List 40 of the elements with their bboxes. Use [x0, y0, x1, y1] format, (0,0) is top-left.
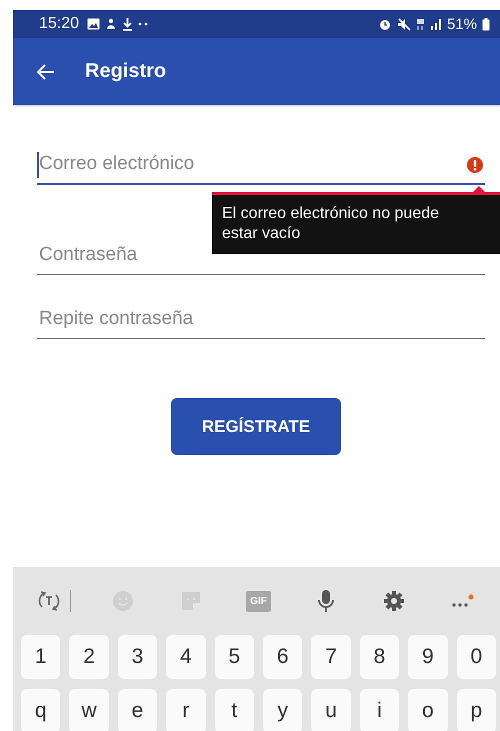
key[interactable]: 2 — [69, 635, 109, 679]
key[interactable]: o — [408, 689, 448, 731]
back-button[interactable] — [35, 62, 57, 82]
input-field[interactable]: Repite contraseña — [37, 299, 485, 339]
key[interactable]: 7 — [311, 635, 351, 679]
image-icon — [87, 18, 100, 30]
figure-icon — [105, 18, 118, 30]
key[interactable]: 6 — [263, 635, 302, 679]
key[interactable]: 4 — [166, 635, 206, 679]
key[interactable]: 0 — [456, 635, 496, 679]
key[interactable]: p — [456, 689, 496, 731]
key[interactable]: e — [118, 689, 158, 731]
battery-icon — [482, 18, 490, 30]
mute-icon — [396, 18, 411, 30]
microphone-icon[interactable] — [318, 589, 334, 613]
dots-icon — [138, 22, 148, 26]
register-button[interactable]: REGÍSTRATE — [171, 398, 341, 455]
key[interactable]: w — [69, 689, 109, 731]
key[interactable]: 5 — [214, 635, 254, 679]
error-icon — [467, 157, 483, 173]
key[interactable]: i — [360, 689, 400, 731]
signal-icon — [430, 18, 442, 30]
settings-icon[interactable] — [383, 590, 406, 612]
key[interactable]: u — [311, 689, 351, 731]
key[interactable]: y — [263, 689, 302, 731]
key[interactable]: 8 — [360, 635, 400, 679]
key[interactable]: 3 — [118, 635, 158, 679]
alarm-icon — [378, 18, 392, 30]
translate-icon[interactable] — [38, 589, 60, 613]
key[interactable]: 1 — [21, 635, 60, 679]
more-icon[interactable] — [450, 593, 474, 609]
screen-title: Registro — [85, 60, 166, 83]
key[interactable]: r — [166, 689, 206, 731]
text-cursor — [37, 152, 39, 178]
key[interactable]: t — [214, 689, 254, 731]
battery-percent: 51% — [446, 16, 477, 32]
download-icon — [122, 18, 134, 30]
key[interactable]: 9 — [408, 635, 448, 679]
key[interactable]: q — [21, 689, 60, 731]
status-time: 15:20 — [39, 15, 80, 33]
